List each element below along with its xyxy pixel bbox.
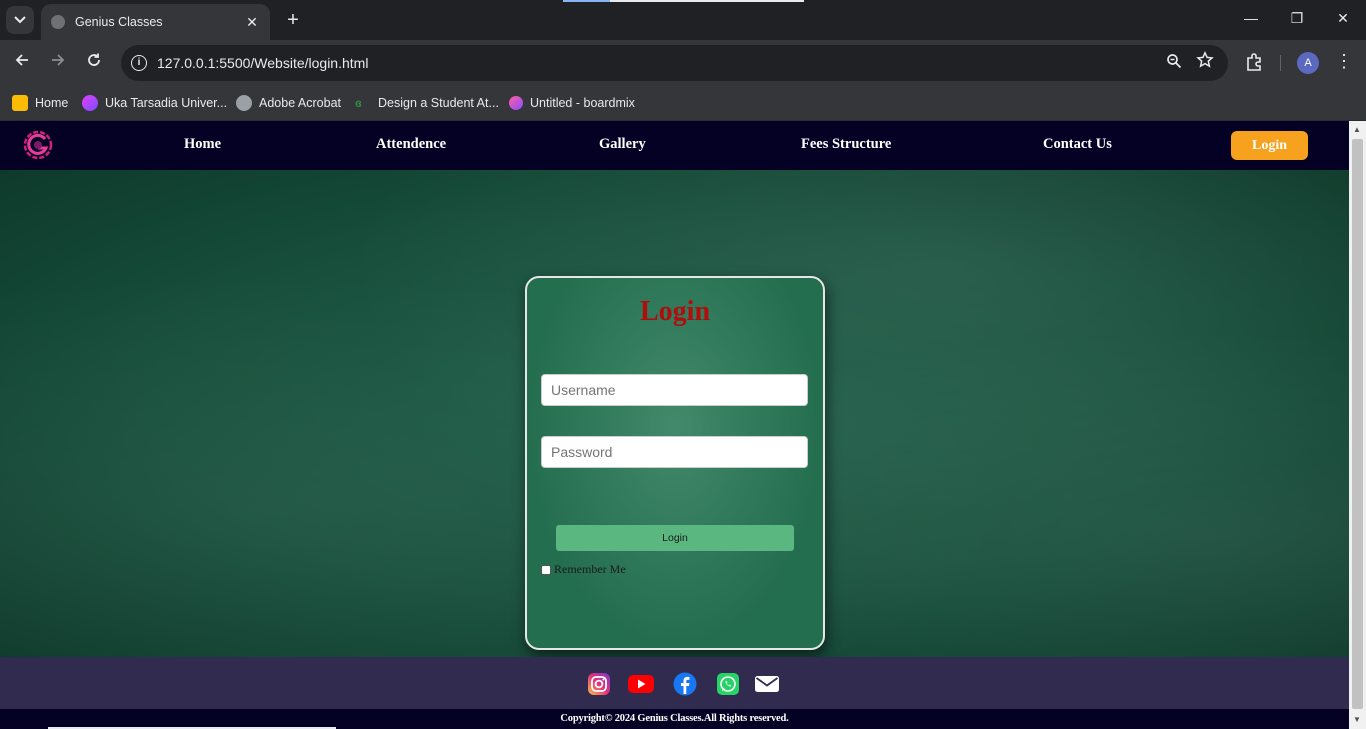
- reload-button[interactable]: [83, 52, 105, 74]
- bookmark-uka-tarsadia[interactable]: Uka Tarsadia Univer...: [82, 93, 227, 113]
- site-footer: [0, 657, 1349, 709]
- reload-icon: [88, 53, 100, 66]
- extensions-puzzle-icon[interactable]: [1244, 52, 1264, 72]
- globe-icon: [236, 95, 252, 111]
- browser-tab-strip: Genius Classes ✕ + — ❐ ✕: [0, 0, 1366, 40]
- tab-title: Genius Classes: [75, 15, 163, 29]
- instagram-icon[interactable]: [586, 672, 612, 696]
- email-icon[interactable]: [754, 672, 780, 696]
- bookmark-adobe-acrobat[interactable]: Adobe Acrobat: [236, 93, 341, 113]
- url-text[interactable]: 127.0.0.1:5500/Website/login.html: [157, 55, 368, 71]
- password-input[interactable]: Password: [541, 436, 808, 468]
- copyright-text: Copyright© 2024 Genius Classes.All Right…: [0, 709, 1349, 729]
- zoom-icon[interactable]: [1166, 53, 1182, 74]
- page-scrollbar[interactable]: ▲ ▼: [1349, 121, 1366, 729]
- nav-attendence-link[interactable]: Attendence: [376, 136, 446, 153]
- toolbar-divider: [1280, 55, 1281, 71]
- profile-avatar[interactable]: A: [1297, 52, 1319, 74]
- bookmark-label: Uka Tarsadia Univer...: [105, 96, 228, 110]
- site-navbar: Home Attendence Gallery Fees Structure C…: [0, 121, 1349, 170]
- home-bookmark-icon: [12, 95, 28, 111]
- utu-logo-icon: [82, 95, 98, 111]
- bookmark-home[interactable]: Home: [12, 93, 68, 113]
- bookmarks-bar: Home Uka Tarsadia Univer... Adobe Acroba…: [0, 86, 1366, 121]
- remember-me-checkbox[interactable]: [541, 564, 551, 575]
- forward-button[interactable]: [47, 52, 69, 74]
- tab-search-button[interactable]: [6, 6, 34, 34]
- remember-me-row: Remember Me: [541, 562, 626, 577]
- scrollbar-thumb[interactable]: [1352, 139, 1363, 709]
- site-info-icon[interactable]: i: [131, 55, 147, 71]
- arrow-right-icon: [52, 54, 65, 66]
- browser-menu-icon[interactable]: ⋮: [1334, 51, 1354, 72]
- whatsapp-icon[interactable]: [715, 672, 741, 696]
- nav-gallery-link[interactable]: Gallery: [599, 136, 646, 153]
- tab-close-icon[interactable]: ✕: [244, 14, 260, 31]
- bookmark-star-icon[interactable]: [1196, 50, 1214, 74]
- bookmark-boardmix[interactable]: Untitled - boardmix: [509, 93, 635, 113]
- login-title: Login: [639, 296, 711, 327]
- login-card: Login Username Password Login Remember M…: [525, 276, 825, 650]
- bookmark-label: Adobe Acrobat: [259, 96, 342, 110]
- chevron-down-icon: [14, 16, 26, 24]
- bookmark-label: Home: [35, 96, 69, 110]
- restore-button[interactable]: ❐: [1287, 10, 1307, 27]
- nav-home-link[interactable]: Home: [184, 136, 221, 153]
- username-input[interactable]: Username: [541, 374, 808, 406]
- address-bar[interactable]: i 127.0.0.1:5500/Website/login.html: [121, 45, 1228, 81]
- new-tab-button[interactable]: +: [283, 9, 303, 31]
- scroll-down-arrow-icon[interactable]: ▼: [1353, 715, 1361, 724]
- gfg-icon: ɞ: [355, 96, 362, 110]
- loading-indicator: [563, 0, 804, 2]
- facebook-icon[interactable]: [672, 672, 698, 696]
- bookmark-label: Design a Student At...: [378, 96, 499, 110]
- boardmix-icon: [509, 96, 523, 110]
- nav-login-button[interactable]: Login: [1231, 131, 1308, 160]
- youtube-icon[interactable]: [627, 672, 655, 696]
- genius-classes-logo[interactable]: [22, 129, 54, 161]
- login-submit-button[interactable]: Login: [556, 525, 794, 551]
- browser-toolbar: i 127.0.0.1:5500/Website/login.html: [0, 40, 1366, 86]
- bookmark-design-student[interactable]: ɞ Design a Student At...: [355, 93, 499, 113]
- back-button[interactable]: [11, 52, 33, 74]
- remember-me-label: Remember Me: [554, 562, 626, 576]
- tab-favicon-icon: [51, 15, 65, 29]
- close-window-button[interactable]: ✕: [1333, 10, 1353, 27]
- nav-fees-structure-link[interactable]: Fees Structure: [801, 136, 891, 153]
- minimize-button[interactable]: —: [1241, 10, 1261, 26]
- bookmark-label: Untitled - boardmix: [530, 96, 635, 110]
- scroll-up-arrow-icon[interactable]: ▲: [1353, 125, 1361, 134]
- browser-tab[interactable]: Genius Classes ✕: [41, 4, 270, 40]
- chalkboard-background: Login Username Password Login Remember M…: [0, 170, 1349, 657]
- arrow-left-icon: [15, 54, 28, 66]
- page-viewport: Home Attendence Gallery Fees Structure C…: [0, 121, 1366, 729]
- nav-contact-us-link[interactable]: Contact Us: [1043, 136, 1112, 153]
